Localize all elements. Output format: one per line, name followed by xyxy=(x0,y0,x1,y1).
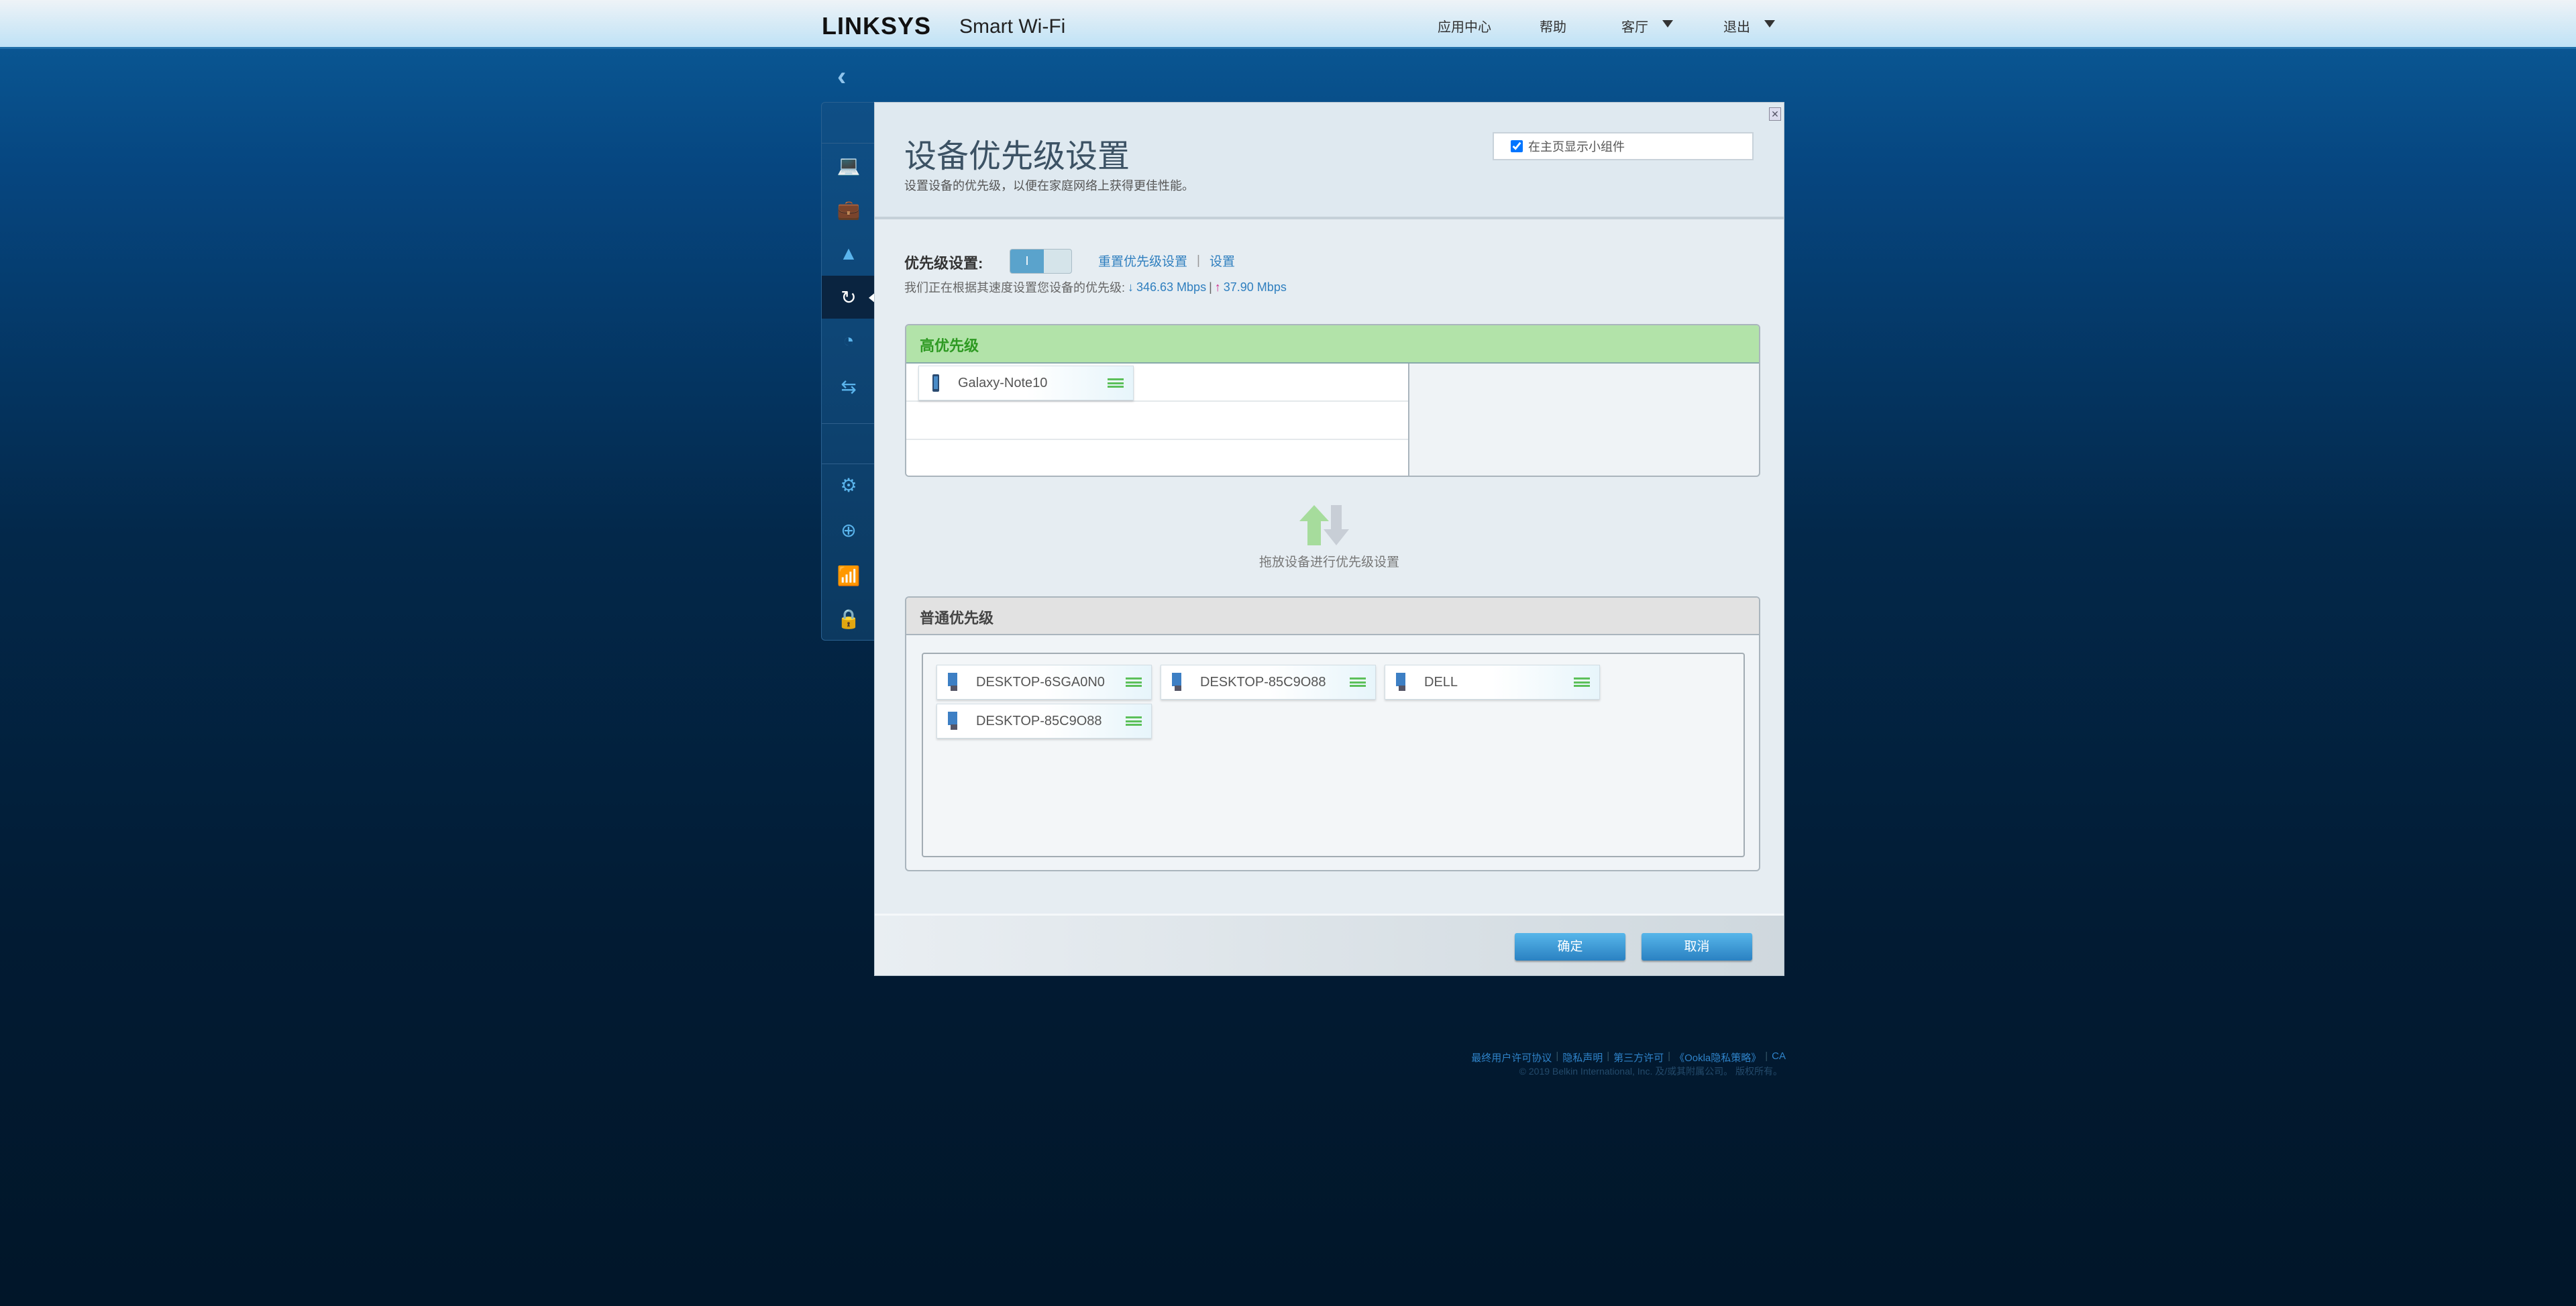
show-widget-option[interactable]: 在主页显示小组件 xyxy=(1493,132,1754,160)
link-separator: | xyxy=(1197,253,1200,268)
dialog-footer: 确定 取消 xyxy=(875,914,1784,975)
dialog-header: ✕ 设备优先级设置 设置设备的优先级，以便在家庭网络上获得更佳性能。 在主页显示… xyxy=(875,103,1784,219)
reset-priorities-link[interactable]: 重置优先级设置 xyxy=(1098,252,1187,270)
drag-handle-icon[interactable] xyxy=(1126,716,1142,726)
speed-text: 我们正在根据其速度设置您设备的优先级: xyxy=(904,281,1125,294)
divider xyxy=(822,423,875,424)
normal-priority-title: 普通优先级 xyxy=(906,598,1759,635)
computer-icon xyxy=(947,672,961,692)
computer-icon xyxy=(947,711,961,731)
device-name: DESKTOP-85C9O88 xyxy=(1200,674,1326,690)
device-name: DESKTOP-85C9O88 xyxy=(976,713,1102,728)
normal-priority-dropzone[interactable]: DESKTOP-6SGA0N0 DESKTOP-85C9O88 DELL DES… xyxy=(922,653,1745,857)
third-party-link[interactable]: 第三方许可 xyxy=(1613,1050,1664,1065)
up-down-arrows-icon xyxy=(1299,505,1349,545)
devices-icon[interactable]: 💻 xyxy=(835,154,862,176)
eula-link[interactable]: 最终用户许可协议 xyxy=(1471,1050,1552,1065)
speed-separator: | xyxy=(1209,280,1212,294)
guest-access-icon[interactable]: 💼 xyxy=(835,199,862,220)
device-card[interactable]: DESKTOP-85C9O88 xyxy=(1161,665,1376,700)
ok-button[interactable]: 确定 xyxy=(1515,933,1625,961)
computer-icon xyxy=(1171,672,1185,692)
priority-slot xyxy=(906,440,1408,476)
ca-link[interactable]: CA xyxy=(1772,1050,1786,1065)
device-prioritization-dialog: ✕ 设备优先级设置 设置设备的优先级，以便在家庭网络上获得更佳性能。 在主页显示… xyxy=(874,102,1784,976)
show-widget-label: 在主页显示小组件 xyxy=(1528,140,1625,154)
device-name: DELL xyxy=(1424,674,1458,690)
device-name: DESKTOP-6SGA0N0 xyxy=(976,674,1105,690)
external-storage-icon[interactable]: ⇆ xyxy=(835,376,862,397)
chevron-down-icon[interactable] xyxy=(1662,20,1673,28)
logo-subtitle: Smart Wi-Fi xyxy=(959,15,1066,38)
linksys-logo: LINKSYS xyxy=(822,12,932,40)
nav-router-name[interactable]: 客厅 xyxy=(1621,16,1648,36)
divider xyxy=(822,143,875,144)
device-card[interactable]: DELL xyxy=(1385,665,1600,700)
copyright: © 2019 Belkin International, Inc. 及/或其附属… xyxy=(1519,1066,1782,1077)
upload-arrow-icon: ↑ xyxy=(1214,280,1221,294)
top-bar: LINKSYS Smart Wi-Fi 应用中心 帮助 客厅 退出 xyxy=(0,0,2576,49)
high-priority-dropzone[interactable]: Galaxy-Note10 xyxy=(906,364,1409,476)
drag-handle-icon[interactable] xyxy=(1574,677,1590,687)
nav-app-center[interactable]: 应用中心 xyxy=(1438,16,1491,36)
media-prioritization-icon[interactable]: ↻ xyxy=(835,286,862,308)
show-widget-checkbox[interactable] xyxy=(1511,140,1523,152)
security-icon[interactable]: 🔒 xyxy=(835,608,862,629)
ookla-privacy-link[interactable]: 《Ookla隐私策略》 xyxy=(1674,1050,1761,1065)
parental-controls-icon[interactable]: ▲ xyxy=(835,243,862,264)
toggle-on-indicator: I xyxy=(1010,250,1044,273)
page-title: 设备优先级设置 xyxy=(904,139,1130,174)
close-icon[interactable]: ✕ xyxy=(1769,107,1781,121)
device-card[interactable]: Galaxy-Note10 xyxy=(918,366,1134,400)
back-arrow-icon[interactable]: ‹ xyxy=(837,62,846,92)
device-card[interactable]: DESKTOP-85C9O88 xyxy=(936,704,1152,739)
sidebar: 💻 💼 ▲ ↻ ◔ ⇆ ⚙ ⊕ 📶 🔒 xyxy=(821,102,876,641)
settings-link[interactable]: 设置 xyxy=(1210,252,1235,270)
troubleshooting-icon[interactable]: ⊕ xyxy=(835,519,862,541)
download-arrow-icon: ↓ xyxy=(1128,280,1134,294)
computer-icon xyxy=(1395,672,1409,692)
page-subtitle: 设置设备的优先级，以便在家庭网络上获得更佳性能。 xyxy=(904,179,1194,193)
priority-slot xyxy=(906,402,1408,440)
download-speed: 346.63 Mbps xyxy=(1136,280,1207,294)
cancel-button[interactable]: 取消 xyxy=(1642,933,1752,961)
phone-icon xyxy=(928,373,943,393)
connectivity-icon[interactable]: ⚙ xyxy=(835,474,862,496)
chevron-down-icon[interactable] xyxy=(1764,20,1775,28)
nav-help[interactable]: 帮助 xyxy=(1540,16,1566,36)
drag-handle-icon[interactable] xyxy=(1108,378,1124,388)
footer-links: 最终用户许可协议 | 隐私声明 | 第三方许可 | 《Ookla隐私策略》 | CA xyxy=(1471,1050,1786,1065)
priority-label: 优先级设置: xyxy=(904,255,983,272)
device-card[interactable]: DESKTOP-6SGA0N0 xyxy=(936,665,1152,700)
high-priority-panel: 高优先级 Galaxy-Note10 xyxy=(905,324,1760,477)
drag-hint: 拖放设备进行优先级设置 xyxy=(1258,555,1399,569)
drag-handle-icon[interactable] xyxy=(1126,677,1142,687)
drag-handle-icon[interactable] xyxy=(1350,677,1366,687)
nav-logout[interactable]: 退出 xyxy=(1723,16,1750,36)
speed-test-icon[interactable]: ◔ xyxy=(835,330,862,351)
privacy-link[interactable]: 隐私声明 xyxy=(1562,1050,1603,1065)
prioritization-toggle[interactable]: I xyxy=(1010,249,1072,274)
normal-priority-panel: 普通优先级 DESKTOP-6SGA0N0 DESKTOP-85C9O88 DE… xyxy=(905,596,1760,871)
wireless-icon[interactable]: 📶 xyxy=(835,565,862,586)
high-priority-title: 高优先级 xyxy=(906,325,1759,364)
device-name: Galaxy-Note10 xyxy=(958,375,1048,390)
upload-speed: 37.90 Mbps xyxy=(1223,280,1287,294)
speed-info: 我们正在根据其速度设置您设备的优先级: ↓ 346.63 Mbps | ↑ 37… xyxy=(904,278,1287,296)
